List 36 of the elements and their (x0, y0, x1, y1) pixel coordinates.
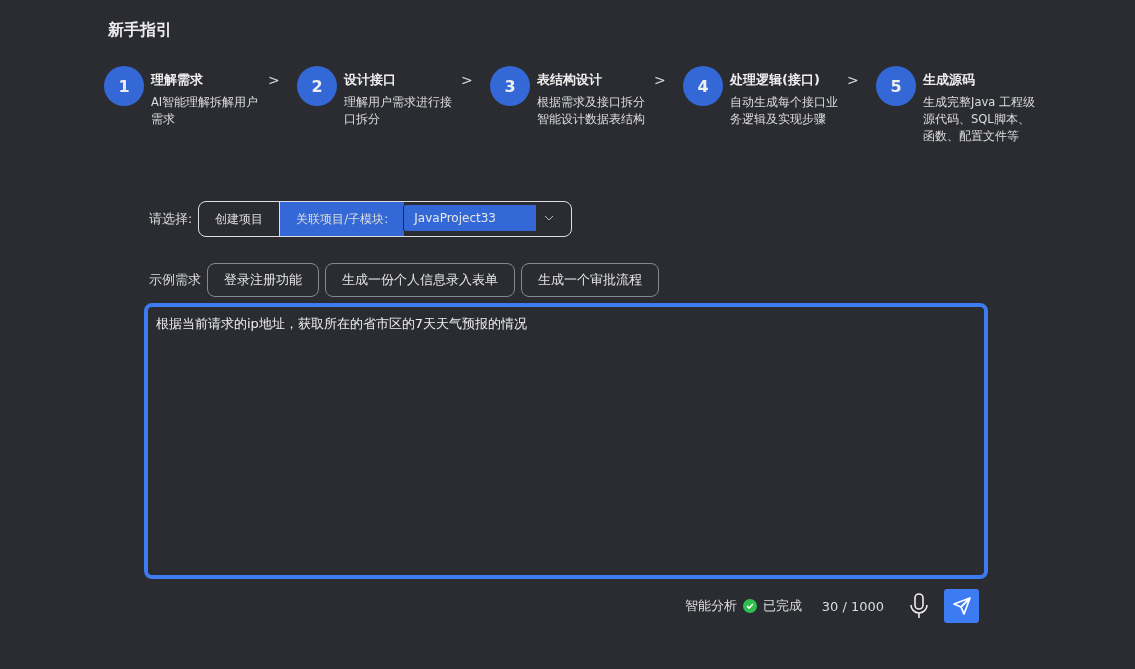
step-separator: > (461, 72, 473, 88)
chevron-down-icon (544, 215, 555, 221)
step-separator: > (847, 72, 859, 88)
step-title: 生成源码 (923, 71, 976, 89)
step-description: 自动生成每个接口业务逻辑及实现步骤 (730, 94, 839, 128)
prompt-input[interactable]: 根据当前请求的ip地址，获取所在的省市区的7天天气预报的情况 (144, 303, 988, 579)
step-separator: > (654, 72, 666, 88)
step-number: 5 (876, 66, 916, 106)
step-title: 设计接口 (344, 71, 397, 89)
example-chip[interactable]: 生成一个审批流程 (521, 263, 659, 297)
step-number: 4 (683, 66, 723, 106)
send-button[interactable] (944, 589, 979, 623)
status-text: 已完成 (762, 597, 802, 615)
example-chip[interactable]: 生成一份个人信息录入表单 (325, 263, 515, 297)
step-description: AI智能理解拆解用户需求 (151, 94, 260, 128)
example-chip[interactable]: 登录注册功能 (207, 263, 319, 297)
step-description: 理解用户需求进行接口拆分 (344, 94, 453, 128)
step-number: 1 (104, 66, 144, 106)
step-separator: > (268, 72, 280, 88)
step-title: 表结构设计 (537, 71, 603, 89)
step-number: 3 (490, 66, 530, 106)
select-label: 请选择: (149, 210, 193, 228)
analysis-label: 智能分析 (684, 597, 737, 615)
step-number: 2 (297, 66, 337, 106)
project-dropdown[interactable]: JavaProject33 (403, 204, 564, 232)
page-title: 新手指引 (108, 20, 173, 41)
char-counter: 30 / 1000 (821, 598, 884, 614)
step-description: 根据需求及接口拆分智能设计数据表结构 (537, 94, 646, 128)
step-title: 理解需求 (151, 71, 204, 89)
mode-option[interactable]: 创建项目 (199, 202, 280, 236)
microphone-icon[interactable] (908, 592, 930, 620)
mode-option[interactable]: 关联项目/子模块: (279, 202, 405, 236)
examples-label: 示例需求 (149, 271, 201, 289)
send-icon (951, 596, 972, 616)
step-description: 生成完整Java 工程级源代码、SQL脚本、函数、配置文件等 (923, 94, 1035, 145)
step-title: 处理逻辑(接口) (730, 71, 821, 89)
